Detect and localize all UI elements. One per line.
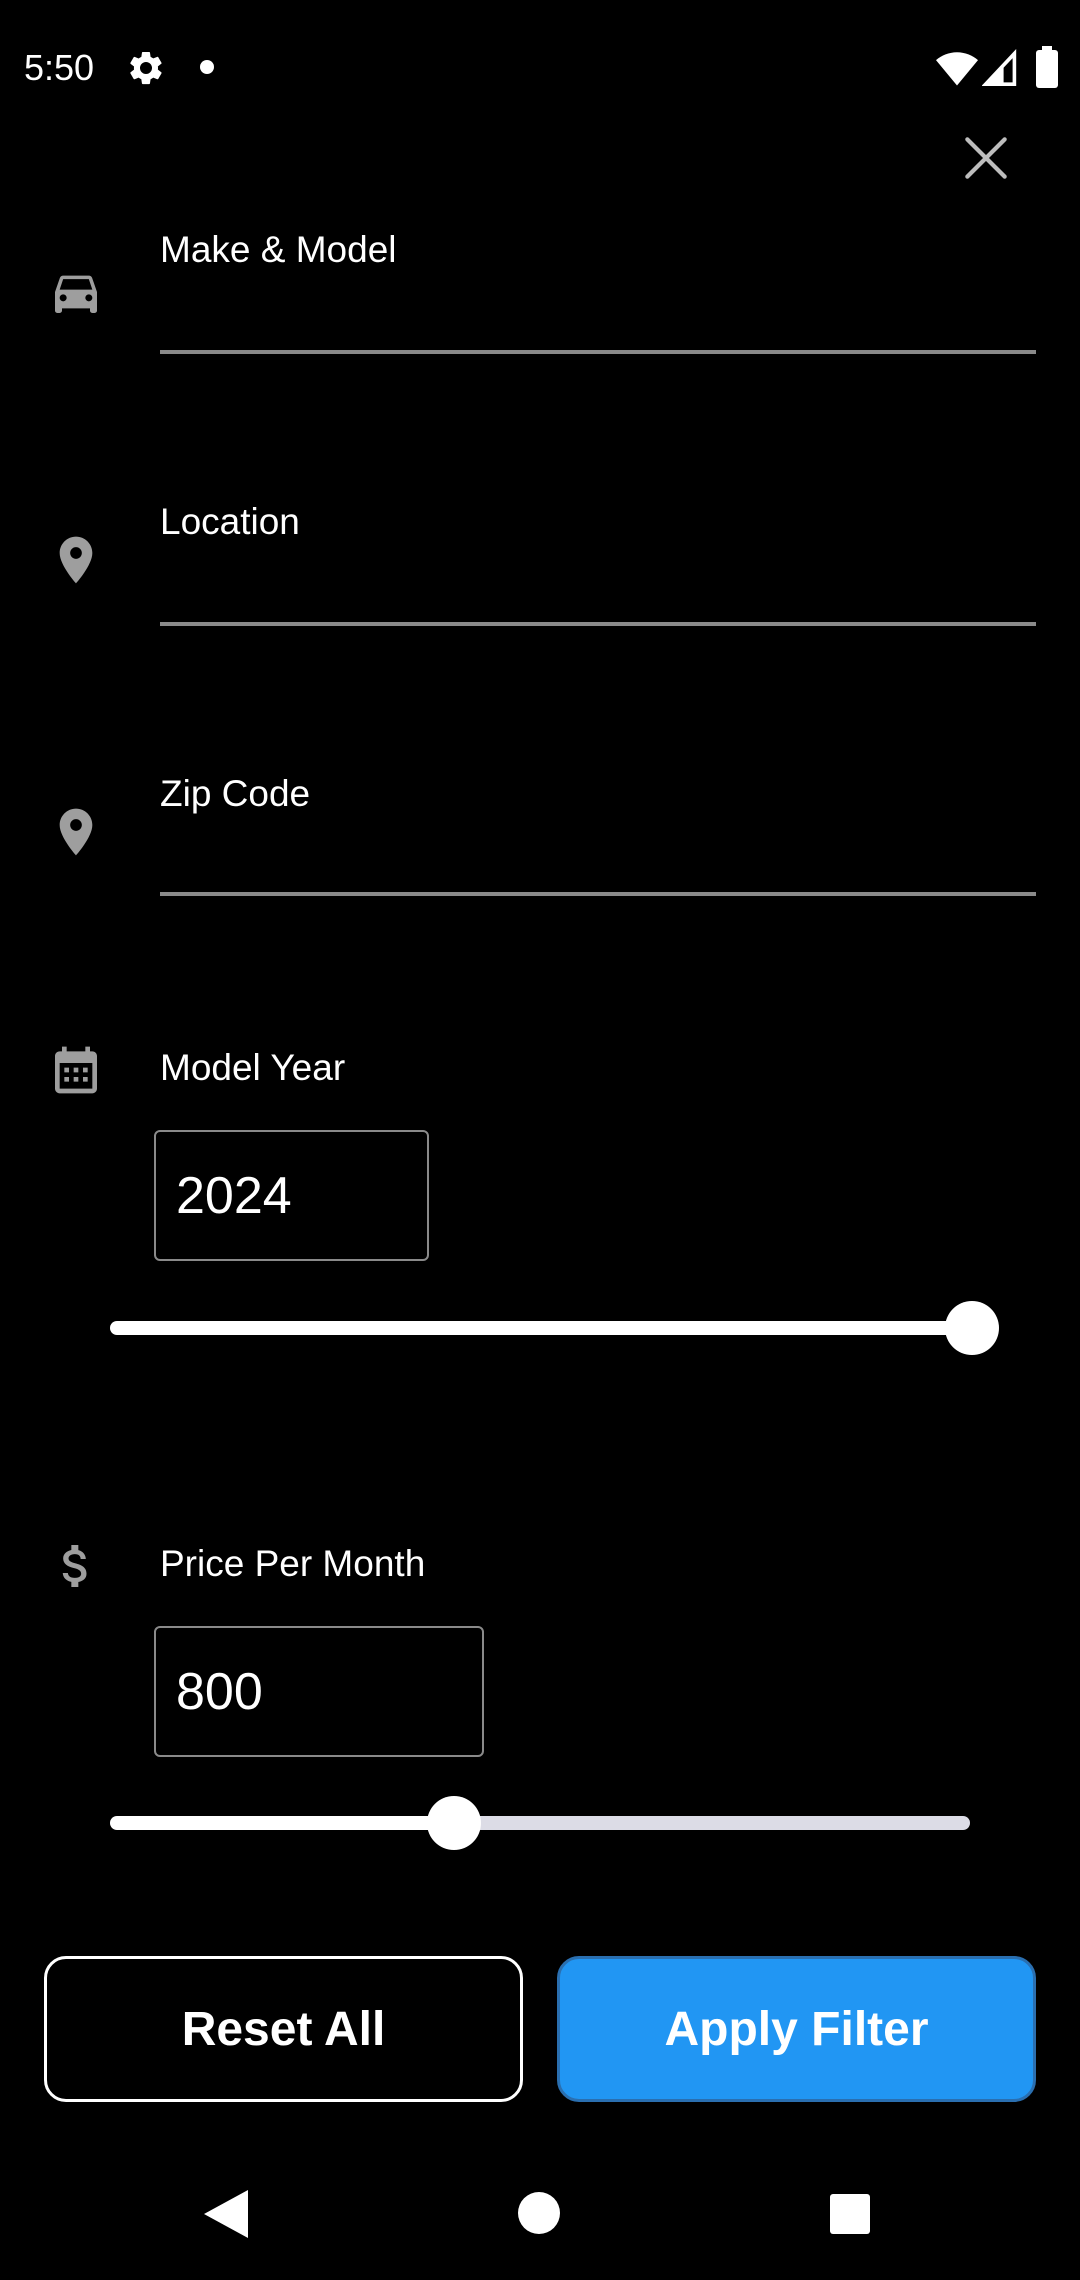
status-time: 5:50 [24,47,95,88]
price-slider-track[interactable] [110,1816,970,1830]
reset-all-button[interactable]: Reset All [44,1956,523,2102]
battery-icon [1036,46,1058,88]
close-icon[interactable] [958,130,1014,186]
wifi-icon [936,52,978,86]
dollar-icon [62,1545,87,1587]
price-per-month-input[interactable]: 800 [154,1626,484,1757]
car-icon [55,275,97,313]
price-slider-thumb[interactable] [427,1796,481,1850]
zip-code-underline [160,892,1036,896]
zip-code-input[interactable] [160,784,1036,904]
location-input[interactable] [160,512,1036,632]
model-year-slider-thumb[interactable] [945,1301,999,1355]
location-pin-icon [59,808,93,856]
make-model-input[interactable] [160,240,1036,360]
model-year-slider-track[interactable] [110,1321,972,1335]
recents-icon[interactable] [830,2194,870,2234]
apply-filter-button[interactable]: Apply Filter [557,1956,1036,2102]
model-year-input[interactable]: 2024 [154,1130,429,1261]
location-pin-icon [59,536,93,584]
back-icon[interactable] [204,2190,248,2238]
signal-icon [982,49,1017,86]
home-icon[interactable] [518,2192,560,2234]
price-per-month-label: Price Per Month [160,1543,426,1584]
location-underline [160,622,1036,626]
gear-icon [130,51,162,85]
notification-dot-icon [200,60,214,74]
calendar-icon [55,1046,97,1094]
model-year-label: Model Year [160,1047,346,1088]
make-model-underline [160,350,1036,354]
